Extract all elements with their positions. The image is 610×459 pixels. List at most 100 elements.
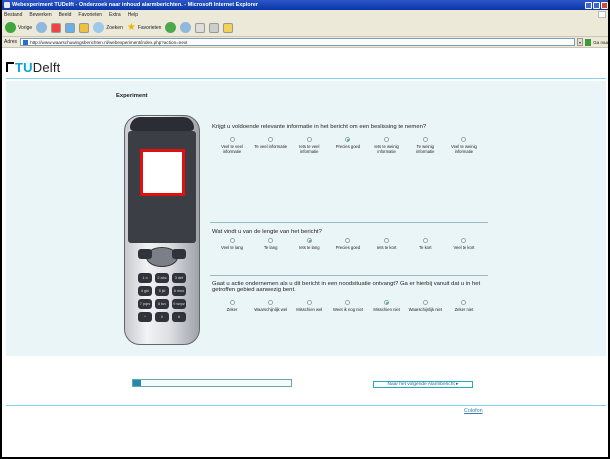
address-dropdown-icon[interactable]: ▾	[577, 38, 584, 46]
window-title: Webexperiment TUDelft - Onderzoek naar i…	[12, 2, 258, 8]
address-input[interactable]: http://www.waarschuwingsberichten.nl/web…	[20, 38, 576, 46]
favorites-label: Favorieten	[137, 24, 162, 31]
stop-icon[interactable]	[51, 22, 62, 33]
answer-option[interactable]: Te veel informatie	[253, 137, 289, 154]
close-button[interactable]	[601, 1, 608, 9]
phone-key: 8 tuv	[155, 299, 169, 309]
radio-button[interactable]	[306, 238, 312, 243]
radio-button[interactable]	[384, 137, 390, 142]
back-button[interactable]: Vorige	[5, 22, 32, 33]
answer-option-label: Waarschijnlijk niet	[408, 307, 442, 312]
progress-bar	[132, 379, 292, 387]
menu-extra[interactable]: Extra	[109, 12, 121, 18]
answer-option[interactable]: Te lang	[253, 238, 289, 250]
minimize-button[interactable]	[585, 1, 592, 9]
answer-option-label: Iets te veel informatie	[299, 144, 320, 154]
answer-option[interactable]: Iets te lang	[291, 238, 327, 250]
answer-option-label: Veel te kort	[453, 245, 475, 250]
answer-option[interactable]: Weet ik nog niet	[330, 300, 366, 312]
phone-key: 2 abc	[155, 273, 169, 283]
answer-option[interactable]: Veel te lang	[214, 238, 250, 250]
mail-icon[interactable]	[180, 22, 192, 33]
colofon-link[interactable]: Colofon	[464, 408, 483, 414]
folder-icon[interactable]	[223, 22, 234, 33]
radio-button[interactable]	[461, 137, 467, 142]
answer-option[interactable]: Veel te veel informatie	[214, 137, 250, 154]
answer-option[interactable]: Misschien wel	[291, 300, 327, 312]
menu-bewerken[interactable]: Bewerken	[29, 12, 51, 18]
next-button-label: Naar het volgende Alarmbericht	[387, 382, 455, 387]
menu-bar: Bestand Bewerken Beeld Favorieten Extra …	[2, 10, 608, 19]
brand-delft: Delft	[32, 60, 61, 75]
radio-button[interactable]	[384, 238, 390, 243]
radio-button[interactable]	[268, 238, 274, 243]
phone-key: 4 ghi	[138, 286, 152, 296]
next-message-button[interactable]: Naar het volgende Alarmbericht ▸	[373, 381, 473, 388]
radio-button[interactable]	[422, 300, 428, 305]
answer-option-label: Iets te lang	[299, 245, 320, 250]
menu-bestand[interactable]: Bestand	[4, 12, 22, 18]
ie-icon	[4, 2, 10, 8]
maximize-button[interactable]	[593, 1, 600, 9]
answer-option-label: Misschien wel	[296, 307, 323, 312]
footer-divider	[6, 405, 606, 406]
answer-option-label: Iets te kort	[376, 245, 397, 250]
answer-option-label: Zeker	[226, 307, 238, 312]
header-divider	[6, 78, 606, 79]
radio-button[interactable]	[461, 238, 467, 243]
radio-button[interactable]	[422, 238, 428, 243]
answer-option[interactable]: Veel te weinig informatie	[446, 137, 482, 154]
radio-button[interactable]	[384, 300, 390, 305]
radio-button[interactable]	[229, 238, 235, 243]
radio-button[interactable]	[461, 300, 467, 305]
refresh-icon[interactable]	[65, 22, 76, 33]
next-arrow-icon: ▸	[454, 382, 459, 387]
radio-button[interactable]	[345, 238, 351, 243]
answer-option[interactable]: Waarschijnlijk niet	[407, 300, 443, 312]
forward-arrow-icon[interactable]	[36, 22, 48, 33]
page-icon	[23, 39, 29, 45]
answer-option[interactable]: Iets te veel informatie	[291, 137, 327, 154]
answer-option[interactable]: Precies goed	[330, 238, 366, 250]
answer-option[interactable]: Iets te weinig informatie	[369, 137, 405, 154]
go-button[interactable]: Ga naar	[593, 40, 608, 45]
radio-button[interactable]	[268, 137, 274, 142]
radio-button[interactable]	[345, 137, 351, 142]
back-arrow-icon	[5, 22, 16, 33]
answer-option[interactable]: Misschien niet	[369, 300, 405, 312]
print-icon[interactable]	[195, 22, 206, 33]
history-icon[interactable]	[165, 22, 177, 33]
answer-option-label: Veel te veel informatie	[221, 144, 243, 154]
answer-option[interactable]: Zeker niet	[446, 300, 482, 312]
question-text: Krijgt u voldoende relevante informatie …	[212, 124, 427, 130]
answer-option[interactable]: Veel te kort	[446, 238, 482, 250]
search-button[interactable]: Zoeken	[93, 22, 123, 33]
title-bar: Webexperiment TUDelft - Onderzoek naar i…	[2, 0, 608, 10]
radio-button[interactable]	[229, 300, 235, 305]
radio-button[interactable]	[345, 300, 351, 305]
menu-favorieten[interactable]: Favorieten	[78, 12, 102, 18]
radio-button[interactable]	[306, 300, 312, 305]
answer-option[interactable]: Waarschijnlijk wel	[253, 300, 289, 312]
home-icon[interactable]	[79, 22, 90, 33]
phone-key: #	[172, 312, 186, 322]
menu-help[interactable]: Help	[128, 12, 138, 18]
answer-option[interactable]: Precies goed	[330, 137, 366, 154]
radio-button[interactable]	[306, 137, 312, 142]
answer-option-label: Iets te weinig informatie	[374, 144, 399, 154]
answer-option[interactable]: Iets te kort	[369, 238, 405, 250]
radio-button[interactable]	[229, 137, 235, 142]
radio-button[interactable]	[422, 137, 428, 142]
menu-beeld[interactable]: Beeld	[59, 12, 72, 18]
answer-option[interactable]: Zeker	[214, 300, 250, 312]
go-arrow-icon[interactable]	[585, 38, 592, 46]
brand-tu: TU	[15, 60, 33, 75]
edit-icon[interactable]	[209, 22, 220, 33]
radio-button[interactable]	[268, 300, 274, 305]
phone-key: 7 pqrs	[138, 299, 152, 309]
answer-option[interactable]: Te kort	[407, 238, 443, 250]
answer-option[interactable]: Te weinig informatie	[407, 137, 443, 154]
address-bar: Adres http://www.waarschuwingsberichten.…	[2, 37, 608, 48]
favorites-button[interactable]: ★ Favorieten	[127, 22, 162, 33]
back-label: Vorige	[18, 24, 33, 31]
